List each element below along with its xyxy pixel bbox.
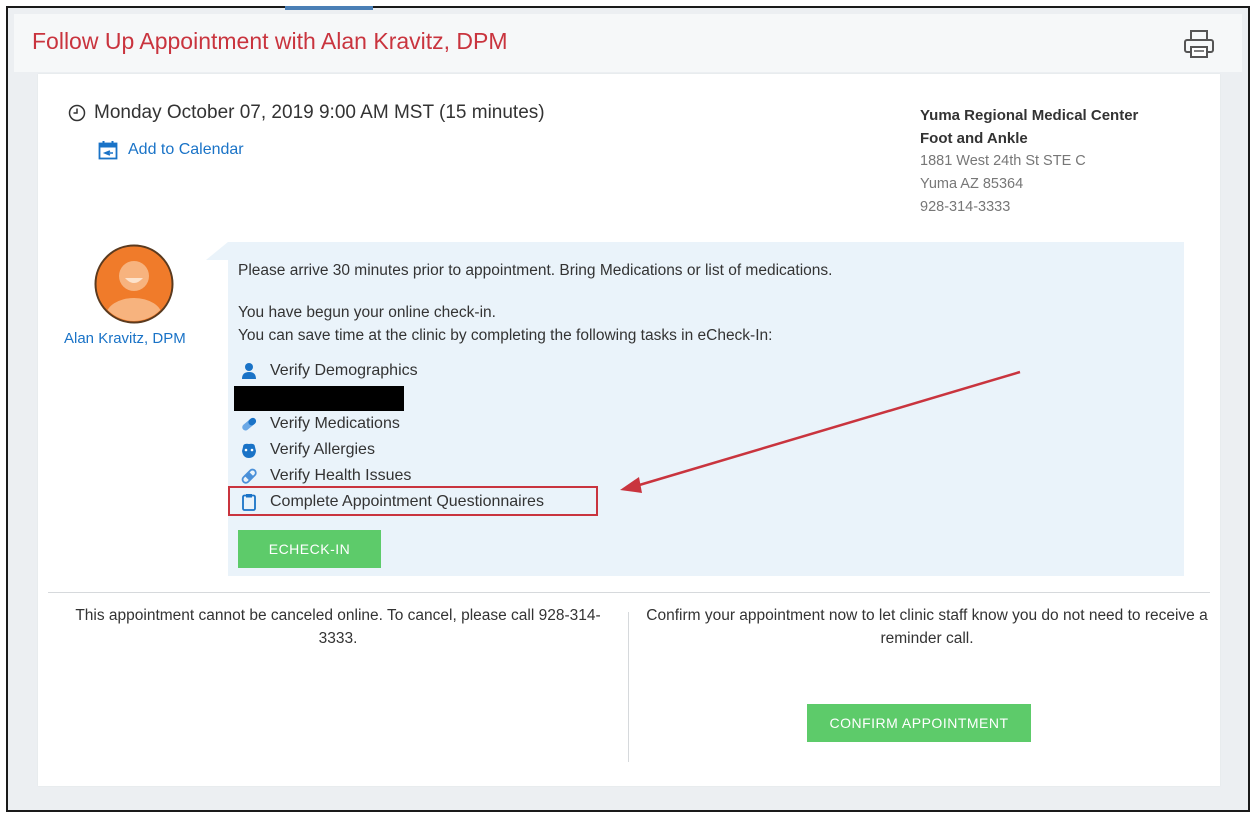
- location-address: 1881 West 24th St STE C: [920, 153, 1086, 169]
- bubble-pointer: [206, 242, 228, 260]
- add-to-calendar-label: Add to Calendar: [128, 141, 244, 158]
- checkin-prompt: You can save time at the clinic by compl…: [238, 327, 773, 344]
- location-block: Yuma Regional Medical Center Foot and An…: [920, 104, 1138, 219]
- task-verify-health-issues: Verify Health Issues: [240, 467, 411, 485]
- location-phone: 928-314-3333: [920, 199, 1011, 215]
- instructions-panel: Please arrive 30 minutes prior to appoin…: [228, 242, 1184, 576]
- active-nav-indicator: [285, 6, 373, 10]
- task-verify-allergies: Verify Allergies: [240, 441, 375, 459]
- person-icon: [240, 362, 258, 380]
- confirm-notice: Confirm your appointment now to let clin…: [646, 607, 1208, 647]
- task-label: Verify Demographics: [270, 362, 418, 379]
- task-verify-demographics: Verify Demographics: [240, 362, 418, 380]
- location-name: Yuma Regional Medical Center: [920, 107, 1139, 124]
- section-divider: [48, 592, 1210, 593]
- task-label: Verify Health Issues: [270, 467, 412, 484]
- location-department: Foot and Ankle: [920, 130, 1028, 147]
- task-label: Verify Medications: [270, 415, 400, 432]
- bandage-icon: [240, 467, 258, 485]
- annotation-highlight-box: [228, 486, 598, 516]
- appointment-datetime-row: Monday October 07, 2019 9:00 AM MST (15 …: [68, 102, 545, 124]
- task-label: Verify Allergies: [270, 441, 375, 458]
- appointment-card: Monday October 07, 2019 9:00 AM MST (15 …: [38, 74, 1220, 786]
- printer-icon[interactable]: [1182, 28, 1216, 60]
- arrival-note: Please arrive 30 minutes prior to appoin…: [238, 262, 833, 279]
- task-verify-medications: Verify Medications: [240, 415, 400, 433]
- cancel-notice: This appointment cannot be canceled onli…: [75, 607, 601, 647]
- pill-icon: [240, 415, 258, 433]
- location-city: Yuma AZ 85364: [920, 176, 1024, 192]
- allergy-icon: [240, 441, 258, 459]
- provider-name-link[interactable]: Alan Kravitz, DPM: [64, 330, 186, 347]
- add-to-calendar-link[interactable]: Add to Calendar: [98, 140, 244, 160]
- echeckin-button[interactable]: ECHECK-IN: [238, 530, 381, 568]
- page-header: Follow Up Appointment with Alan Kravitz,…: [14, 14, 1242, 72]
- calendar-add-icon: [98, 140, 118, 160]
- avatar-icon: [94, 244, 174, 324]
- clock-icon: [68, 104, 86, 122]
- confirm-appointment-button[interactable]: CONFIRM APPOINTMENT: [807, 704, 1031, 742]
- redacted-task: [234, 386, 404, 411]
- checkin-status: You have begun your online check-in.: [238, 304, 496, 321]
- appointment-datetime: Monday October 07, 2019 9:00 AM MST (15 …: [94, 102, 545, 123]
- column-divider: [628, 612, 629, 762]
- page-title: Follow Up Appointment with Alan Kravitz,…: [32, 28, 508, 54]
